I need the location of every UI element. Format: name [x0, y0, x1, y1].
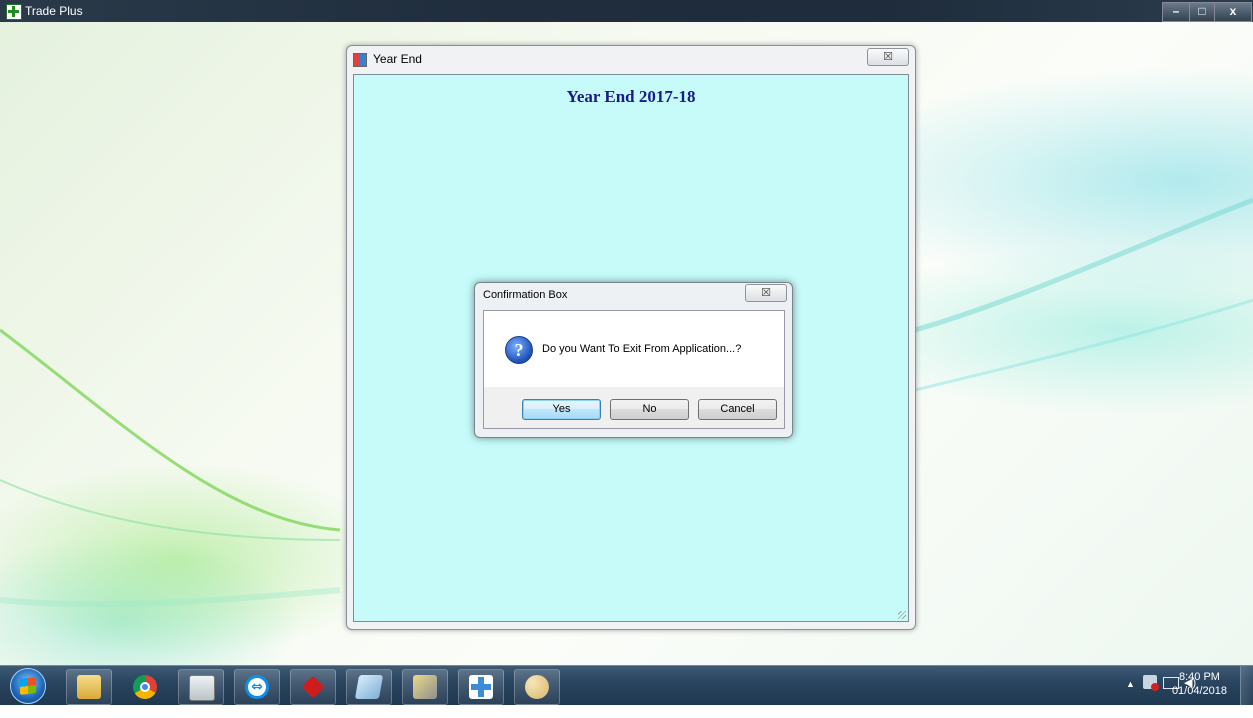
taskbar-item-notes[interactable] [346, 669, 392, 705]
show-desktop-button[interactable] [1240, 666, 1253, 705]
close-app-button[interactable]: x [1214, 2, 1252, 22]
yes-button[interactable]: Yes [522, 399, 601, 420]
windows-logo-icon [20, 677, 36, 695]
taskbar-item-red-app[interactable] [290, 669, 336, 705]
paint-icon [525, 675, 549, 699]
year-end-heading: Year End 2017-18 [566, 87, 696, 106]
app-title: Trade Plus [25, 4, 83, 18]
taskbar-item-chrome[interactable] [122, 669, 168, 705]
minimize-button[interactable]: – [1162, 2, 1190, 22]
confirmation-message: Do you Want To Exit From Application...? [542, 343, 742, 355]
question-icon: ? [505, 336, 533, 364]
app-titlebar: Trade Plus – □ x [0, 0, 1253, 22]
message-area: ? Do you Want To Exit From Application..… [484, 311, 784, 387]
tools-icon [413, 675, 437, 699]
clock[interactable]: 8:40 PM 01/04/2018 [1172, 670, 1227, 698]
confirmation-dialog: Confirmation Box ☒ ? Do you Want To Exit… [474, 282, 793, 438]
show-hidden-icons-button[interactable]: ▲ [1126, 679, 1135, 718]
taskbar: ⇔ ▲ ◀) 8:40 PM 01/04/2018 [0, 665, 1253, 705]
confirmation-dialog-body: ? Do you Want To Exit From Application..… [483, 310, 785, 429]
no-button[interactable]: No [610, 399, 689, 420]
taskbar-item-calculator[interactable] [178, 669, 224, 705]
chrome-icon [133, 675, 157, 699]
taskbar-item-paint[interactable] [514, 669, 560, 705]
year-end-close-button[interactable]: ☒ [867, 48, 909, 66]
clock-date: 01/04/2018 [1171, 685, 1227, 697]
confirmation-dialog-title: Confirmation Box [483, 289, 568, 301]
year-end-window-title: Year End [373, 52, 422, 66]
start-button[interactable] [10, 668, 46, 704]
confirmation-close-button[interactable]: ☒ [745, 284, 787, 302]
action-center-flag-icon[interactable] [1143, 675, 1159, 691]
teamviewer-icon: ⇔ [245, 675, 269, 699]
trade-plus-icon [469, 675, 493, 699]
clock-time: 8:40 PM [1178, 671, 1220, 683]
window-icon [353, 53, 367, 67]
maximize-button[interactable]: □ [1189, 2, 1215, 22]
taskbar-item-file-explorer[interactable] [66, 669, 112, 705]
taskbar-item-teamviewer[interactable]: ⇔ [234, 669, 280, 705]
notes-icon [354, 675, 384, 699]
button-area: Yes No Cancel [484, 387, 784, 428]
resize-grip[interactable] [898, 611, 906, 619]
taskbar-item-tools[interactable] [402, 669, 448, 705]
file-explorer-icon [77, 675, 101, 699]
red-diamond-icon [301, 675, 325, 699]
calculator-icon [189, 675, 215, 701]
taskbar-item-trade-plus[interactable] [458, 669, 504, 705]
trade-plus-icon [6, 4, 22, 20]
cancel-button[interactable]: Cancel [698, 399, 777, 420]
